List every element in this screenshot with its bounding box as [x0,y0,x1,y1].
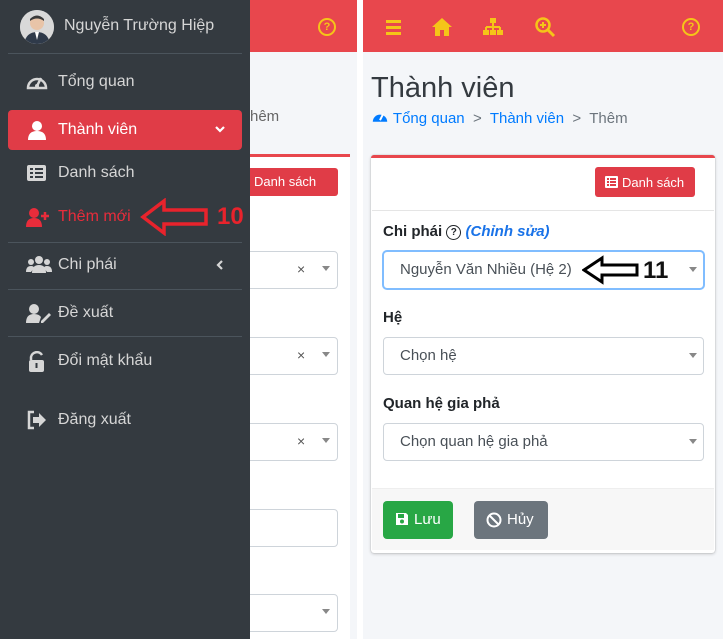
sidebar-item-list[interactable]: Danh sách [8,153,242,193]
chevron-down-icon [689,439,697,444]
branch-label: Chi phái [383,223,443,240]
branch-edit-link[interactable]: (Chỉnh sửa) [466,223,550,240]
save-button-label: Lưu [414,511,441,528]
chevron-down-icon [322,352,330,357]
sidebar-item-logout[interactable]: Đăng xuất [8,400,242,440]
ban-icon [486,512,502,532]
help-icon[interactable]: ? [446,225,462,240]
chevron-down-icon [214,122,226,140]
relation-label: Quan hệ gia phả [383,395,500,412]
sidebar-item-overview[interactable]: Tổng quan [8,62,242,102]
sidebar-item-label: Chi phái [58,256,117,273]
page-title: Thành viên [371,72,515,104]
sidebar-item-label: Tổng quan [58,73,135,90]
clear-icon[interactable]: × [297,433,305,449]
left-select-extra[interactable] [246,594,338,632]
left-select-relation[interactable]: × [246,423,338,461]
divider [8,53,242,54]
list-icon [605,176,618,191]
breadcrumb-separator: > [472,110,482,127]
clear-icon[interactable]: × [297,261,305,277]
left-input-field[interactable] [246,509,338,547]
left-form-card [250,154,350,642]
generation-label: Hệ [383,309,403,326]
chevron-down-icon [689,353,697,358]
user-icon [26,120,48,140]
left-breadcrumb-fragment: hêm [250,108,280,125]
breadcrumb-current: Thêm [589,110,628,127]
generation-select-placeholder: Chọn hệ [400,347,457,364]
sidebar-item-branches[interactable]: Chi phái [8,245,242,285]
user-name[interactable]: Nguyễn Trường Hiệp [64,17,214,35]
sidebar-item-label: Danh sách [58,164,135,181]
sidebar-item-label: Đổi mật khẩu [58,352,153,369]
unlock-icon [26,350,48,372]
users-group-icon [26,255,52,275]
relation-select[interactable]: Chọn quan hệ gia phả [383,423,704,461]
branch-select-value: Nguyễn Văn Nhiều (Hệ 2) [400,261,572,278]
user-plus-icon [26,207,49,227]
cancel-button[interactable]: Hủy [474,501,548,539]
sitemap-icon[interactable] [482,16,504,38]
relation-select-placeholder: Chọn quan hệ gia phả [400,433,548,450]
left-list-button-label: Danh sách [254,174,317,189]
branch-label-row: Chi phái ? (Chỉnh sửa) [383,223,550,240]
annotation-arrow [140,197,210,241]
breadcrumb-separator: > [572,110,582,127]
sign-out-icon [26,410,48,430]
list-icon [26,163,48,183]
dashboard-gauge-icon [26,72,48,92]
annotation-step-11: 11 [643,257,669,284]
user-edit-icon [26,303,51,323]
sidebar-item-label: Thêm mới [58,208,131,225]
annotation-step-10: 10 [217,203,244,230]
annotation-arrow [581,255,640,290]
sidebar-item-label: Đăng xuất [58,411,131,428]
help-icon[interactable]: ? [318,18,336,36]
sidebar-item-label: Đề xuất [58,304,114,321]
left-select-branch[interactable]: × [246,251,338,289]
help-icon[interactable]: ? [682,18,700,36]
divider [372,210,714,211]
sidebar-item-members[interactable]: Thành viên [8,110,242,150]
save-button[interactable]: Lưu [383,501,453,539]
left-select-generation[interactable]: × [246,337,338,375]
zoom-in-icon[interactable] [534,16,556,38]
generation-select[interactable]: Chọn hệ [383,337,704,375]
save-icon [395,512,409,530]
sidebar-item-change-password[interactable]: Đổi mật khẩu [8,341,242,381]
sidebar-item-label: Thành viên [58,121,138,138]
breadcrumb-home-link[interactable]: Tổng quan [393,110,465,127]
breadcrumb-section-link[interactable]: Thành viên [490,110,564,127]
divider [8,242,242,243]
left-list-button[interactable]: Danh sách [244,168,338,196]
chevron-down-icon [322,266,330,271]
breadcrumb: Tổng quan > Thành viên > Thêm [371,109,628,129]
clear-icon[interactable]: × [297,347,305,363]
chevron-down-icon [322,438,330,443]
chevron-down-icon [322,609,330,614]
dashboard-gauge-icon [371,109,389,129]
chevron-left-icon [214,258,226,276]
menu-icon[interactable] [385,16,407,38]
avatar[interactable] [20,10,54,44]
sidebar-item-suggestions[interactable]: Đề xuất [8,293,242,333]
list-button-label: Danh sách [622,175,685,190]
home-icon[interactable] [431,16,453,38]
cancel-button-label: Hủy [507,511,534,528]
divider [8,289,242,290]
list-button[interactable]: Danh sách [595,167,695,197]
chevron-down-icon [689,267,697,272]
divider [8,336,242,337]
